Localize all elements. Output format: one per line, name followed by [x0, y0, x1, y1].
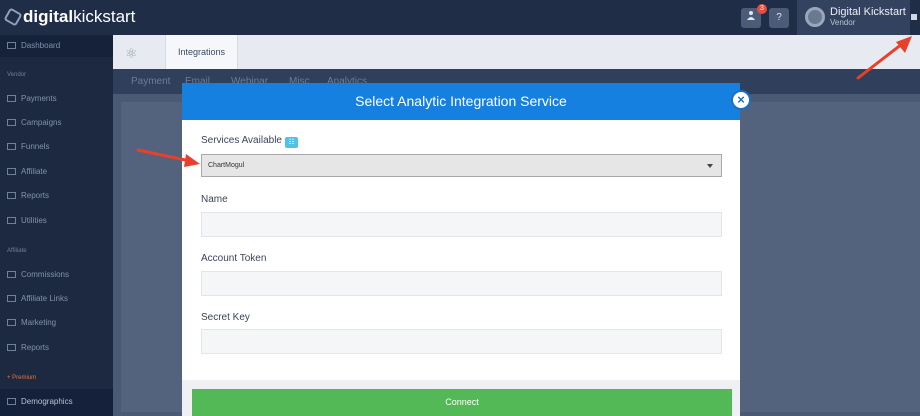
- sidebar-section-vendor: Vendor: [7, 72, 27, 78]
- subnav: ⚛ Integrations: [113, 35, 920, 69]
- annotation-arrow-menu: [856, 36, 912, 80]
- megaphone-icon: [7, 319, 16, 326]
- modal-title: Select Analytic Integration Service: [182, 83, 740, 120]
- sidebar-item-demographics[interactable]: Demographics: [0, 391, 113, 413]
- connect-button[interactable]: Connect: [192, 389, 732, 416]
- dashboard-icon: [7, 42, 16, 49]
- logo-text-light: kickstart: [73, 7, 136, 26]
- close-button[interactable]: ×: [731, 90, 751, 110]
- sidebar-item-affiliate-links[interactable]: Affiliate Links: [0, 288, 113, 310]
- annotation-arrow-select: [136, 148, 200, 167]
- funnel-icon: [7, 143, 16, 150]
- name-input[interactable]: [201, 212, 722, 237]
- sidebar-item-payments[interactable]: Payments: [0, 88, 113, 110]
- top-bar: digitalkickstart 3 ? Digital Kickstart V…: [0, 0, 920, 35]
- tab-payment[interactable]: Payment: [131, 76, 170, 87]
- secret-key-input[interactable]: [201, 329, 722, 354]
- wrench-icon: [7, 217, 16, 224]
- profile-role: Vendor: [830, 18, 856, 27]
- profile-name: Digital Kickstart: [830, 6, 906, 18]
- menu-toggle-icon[interactable]: [911, 14, 917, 20]
- account-token-input[interactable]: [201, 271, 722, 296]
- link-icon: [7, 295, 16, 302]
- cart-icon: [7, 95, 16, 102]
- sidebar-item-affiliate-reports[interactable]: Reports: [0, 337, 113, 359]
- sidebar-item-utilities[interactable]: Utilities: [0, 210, 113, 232]
- integrations-icon: ⚛: [125, 45, 138, 61]
- sidebar-section-affiliate: Affiliate: [7, 248, 27, 254]
- profile-menu[interactable]: Digital Kickstart Vendor: [797, 0, 910, 35]
- chart-icon: [7, 271, 16, 278]
- sidebar-section-premium: + Premium: [7, 375, 37, 381]
- help-button[interactable]: ?: [769, 8, 789, 28]
- avatar: [805, 7, 825, 27]
- tab-integrations[interactable]: Integrations: [165, 35, 239, 69]
- services-label: Services Available ☷: [201, 135, 298, 148]
- user-icon: [7, 168, 16, 175]
- chart-icon: [7, 344, 16, 351]
- info-icon[interactable]: ☷: [284, 137, 298, 148]
- sidebar-item-dashboard[interactable]: Dashboard: [0, 35, 113, 57]
- campaigns-icon: [7, 119, 16, 126]
- sidebar-item-marketing[interactable]: Marketing: [0, 312, 113, 334]
- chevron-down-icon: [707, 164, 713, 168]
- account-token-label: Account Token: [201, 253, 267, 264]
- sidebar: Dashboard Vendor Payments Campaigns Funn…: [0, 35, 113, 416]
- sidebar-item-affiliate[interactable]: Affiliate: [0, 161, 113, 183]
- chart-icon: [7, 192, 16, 199]
- services-select[interactable]: ChartMogul: [201, 154, 722, 177]
- logo-text-bold: digital: [23, 7, 74, 26]
- logo[interactable]: digitalkickstart: [3, 7, 136, 27]
- sidebar-item-campaigns[interactable]: Campaigns: [0, 112, 113, 134]
- notification-badge: 3: [757, 4, 767, 14]
- sidebar-item-funnels[interactable]: Funnels: [0, 136, 113, 158]
- integration-modal: Select Analytic Integration Service Serv…: [182, 83, 740, 380]
- secret-key-label: Secret Key: [201, 312, 250, 323]
- sidebar-item-reports[interactable]: Reports: [0, 185, 113, 207]
- logo-icon: [3, 7, 23, 27]
- sidebar-item-commissions[interactable]: Commissions: [0, 264, 113, 286]
- chart-icon: [7, 398, 16, 405]
- name-label: Name: [201, 194, 228, 205]
- user-icon: [747, 11, 755, 20]
